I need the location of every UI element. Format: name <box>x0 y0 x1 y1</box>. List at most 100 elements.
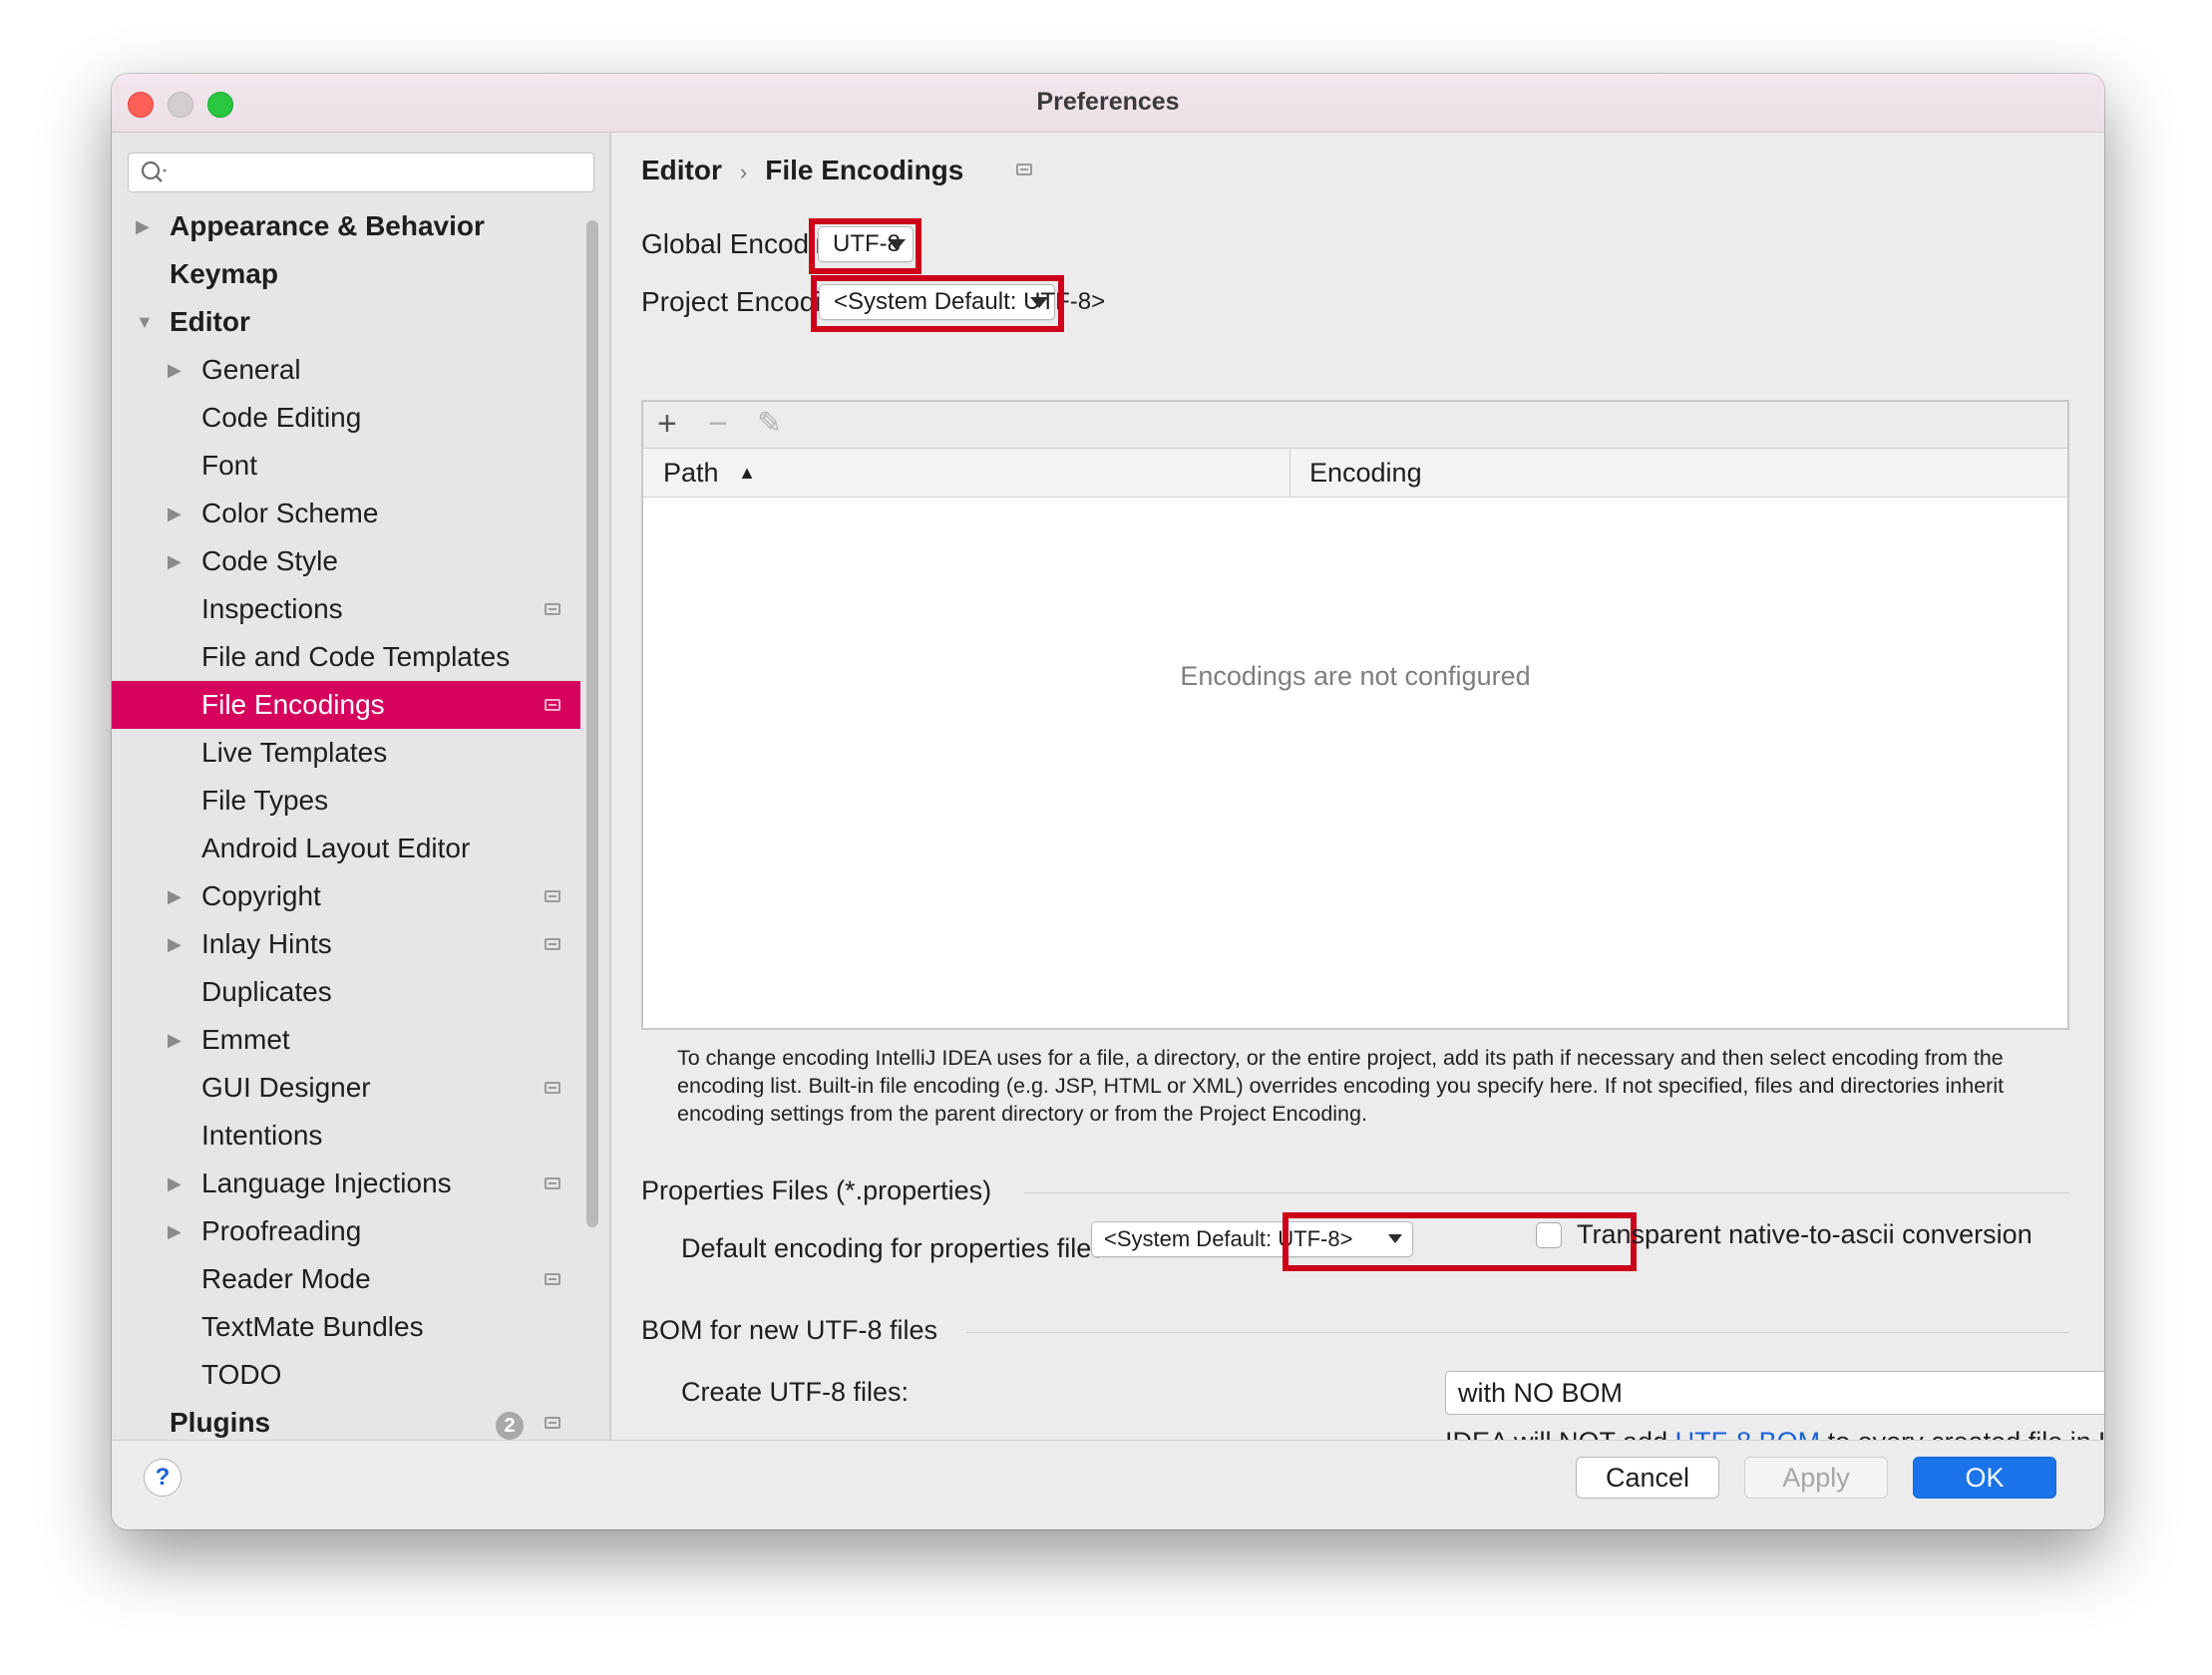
expand-right-icon[interactable]: ▶ <box>168 490 182 537</box>
bom-section-title: BOM for new UTF-8 files <box>641 1315 938 1345</box>
plugins-count-badge: 2 <box>496 1412 524 1440</box>
encoding-column-header[interactable]: Encoding <box>1309 449 1422 497</box>
sidebar-item-label: TODO <box>201 1359 282 1390</box>
breadcrumb-parent[interactable]: Editor <box>641 155 722 185</box>
edit-icon[interactable]: ✎ <box>757 406 782 442</box>
table-toolbar: + − ✎ <box>643 402 2067 449</box>
preferences-window: Preferences ▶ Appearance & Behavior Keymap… <box>112 74 2104 1529</box>
project-scope-icon <box>545 890 560 902</box>
settings-sidebar: ▶ Appearance & Behavior Keymap ▼ Editor ▶ Gene… <box>112 133 611 1440</box>
dialog-footer: ? Cancel Apply OK <box>112 1440 2104 1529</box>
create-utf8-files-select[interactable]: with NO BOM <box>1445 1371 2104 1415</box>
sort-ascending-icon: ▲ <box>738 463 756 483</box>
sidebar-item[interactable]: Android Layout Editor <box>112 825 580 872</box>
project-scope-icon <box>545 1273 560 1285</box>
sidebar-item-label: Reader Mode <box>201 1263 371 1294</box>
highlight-box-global-encoding <box>809 218 922 274</box>
project-scope-icon <box>545 1082 560 1094</box>
expand-right-icon[interactable]: ▶ <box>168 1207 182 1255</box>
sidebar-item[interactable]: ▶ Emmet <box>112 1016 580 1064</box>
expand-right-icon[interactable]: ▶ <box>168 1016 182 1064</box>
sidebar-item[interactable]: ▶ General <box>112 346 580 394</box>
sidebar-item-label: Plugins <box>170 1407 271 1438</box>
sidebar-item[interactable]: File Encodings <box>112 681 580 729</box>
sidebar-item-label: Live Templates <box>201 737 388 768</box>
sidebar-item[interactable]: Keymap <box>112 250 580 298</box>
sidebar-item[interactable]: Plugins 2 <box>112 1399 580 1440</box>
sidebar-item-label: Android Layout Editor <box>201 833 471 863</box>
sidebar-item[interactable]: Intentions <box>112 1112 580 1160</box>
sidebar-item-label: Color Scheme <box>201 498 379 528</box>
path-column-header[interactable]: Path ▲ <box>663 449 756 497</box>
sidebar-item-label: Language Injections <box>201 1168 452 1198</box>
sidebar-item[interactable]: ▶ Inlay Hints <box>112 920 580 968</box>
project-scope-icon <box>1016 164 1032 175</box>
section-divider <box>966 1332 2069 1333</box>
expand-right-icon[interactable]: ▶ <box>136 202 150 250</box>
project-scope-icon <box>545 1417 560 1429</box>
expand-right-icon[interactable]: ▶ <box>168 1160 182 1207</box>
breadcrumb-current: File Encodings <box>765 155 964 185</box>
sidebar-item[interactable]: ▶ Appearance & Behavior <box>112 202 580 250</box>
sidebar-item[interactable]: Duplicates <box>112 968 580 1016</box>
sidebar-item[interactable]: GUI Designer <box>112 1064 580 1112</box>
sidebar-item[interactable]: Font <box>112 442 580 490</box>
sidebar-item-label: TextMate Bundles <box>201 1311 424 1342</box>
sidebar-item-label: Font <box>201 450 258 481</box>
sidebar-item-label: Code Editing <box>201 402 362 433</box>
sidebar-item[interactable]: File and Code Templates <box>112 633 580 681</box>
table-header: Path ▲ Encoding <box>643 449 2067 498</box>
sidebar-item[interactable]: Live Templates <box>112 729 580 777</box>
sidebar-item-label: Intentions <box>201 1120 323 1151</box>
expand-right-icon[interactable]: ▶ <box>168 920 182 968</box>
sidebar-item[interactable]: TextMate Bundles <box>112 1303 580 1351</box>
sidebar-item[interactable]: ▶ Code Style <box>112 537 580 585</box>
sidebar-item-label: File and Code Templates <box>201 641 511 672</box>
sidebar-item[interactable]: File Types <box>112 777 580 825</box>
sidebar-item-label: Editor <box>170 306 250 337</box>
cancel-button[interactable]: Cancel <box>1576 1457 1719 1499</box>
project-scope-icon <box>545 938 560 950</box>
sidebar-item-label: File Types <box>201 785 329 816</box>
sidebar-item[interactable]: Inspections <box>112 585 580 633</box>
sidebar-item[interactable]: ▶ Copyright <box>112 872 580 920</box>
sidebar-item-label: Copyright <box>201 880 321 911</box>
apply-button[interactable]: Apply <box>1744 1457 1888 1499</box>
project-scope-icon <box>545 603 560 615</box>
ok-button[interactable]: OK <box>1913 1457 2056 1499</box>
transparent-ascii-checkbox[interactable] <box>1536 1222 1562 1248</box>
sidebar-item[interactable]: ▼ Editor <box>112 298 580 346</box>
search-icon <box>141 161 167 182</box>
sidebar-item[interactable]: Reader Mode <box>112 1255 580 1303</box>
remove-icon[interactable]: − <box>708 406 728 442</box>
project-scope-icon <box>545 1177 560 1189</box>
create-utf8-files-label: Create UTF-8 files: <box>681 1377 910 1407</box>
sidebar-item[interactable]: Code Editing <box>112 394 580 442</box>
expand-right-icon[interactable]: ▶ <box>168 537 182 585</box>
sidebar-item-label: Inlay Hints <box>201 928 332 959</box>
properties-section-title: Properties Files (*.properties) <box>641 1175 992 1205</box>
expand-right-icon[interactable]: ▶ <box>168 872 182 920</box>
sidebar-item-label: Appearance & Behavior <box>170 210 485 241</box>
create-utf8-files-value: with NO BOM <box>1458 1378 1624 1408</box>
sidebar-item-label: Duplicates <box>201 976 332 1007</box>
transparent-ascii-label[interactable]: Transparent native-to-ascii conversion <box>1577 1219 2032 1250</box>
sidebar-item-label: File Encodings <box>201 689 385 720</box>
sidebar-scrollbar[interactable] <box>586 220 598 1227</box>
help-button[interactable]: ? <box>144 1459 182 1497</box>
settings-search-input[interactable] <box>128 153 594 192</box>
settings-tree: ▶ Appearance & Behavior Keymap ▼ Editor ▶ Gene… <box>112 202 580 1440</box>
sidebar-item[interactable]: TODO <box>112 1351 580 1399</box>
expand-right-icon[interactable]: ▶ <box>168 346 182 394</box>
window-title: Preferences <box>1036 88 1180 116</box>
sidebar-item[interactable]: ▶ Proofreading <box>112 1207 580 1255</box>
file-encodings-panel: Editor › File Encodings Global Encoding: U… <box>611 133 2104 1457</box>
sidebar-item[interactable]: ▶ Language Injections <box>112 1160 580 1207</box>
sidebar-item-label: Proofreading <box>201 1215 362 1246</box>
sidebar-item-label: General <box>201 354 301 385</box>
sidebar-item[interactable]: ▶ Color Scheme <box>112 490 580 537</box>
add-icon[interactable]: + <box>657 406 677 442</box>
breadcrumb-separator: › <box>739 160 748 184</box>
expand-down-icon[interactable]: ▼ <box>136 298 154 346</box>
sidebar-item-label: Code Style <box>201 545 338 576</box>
